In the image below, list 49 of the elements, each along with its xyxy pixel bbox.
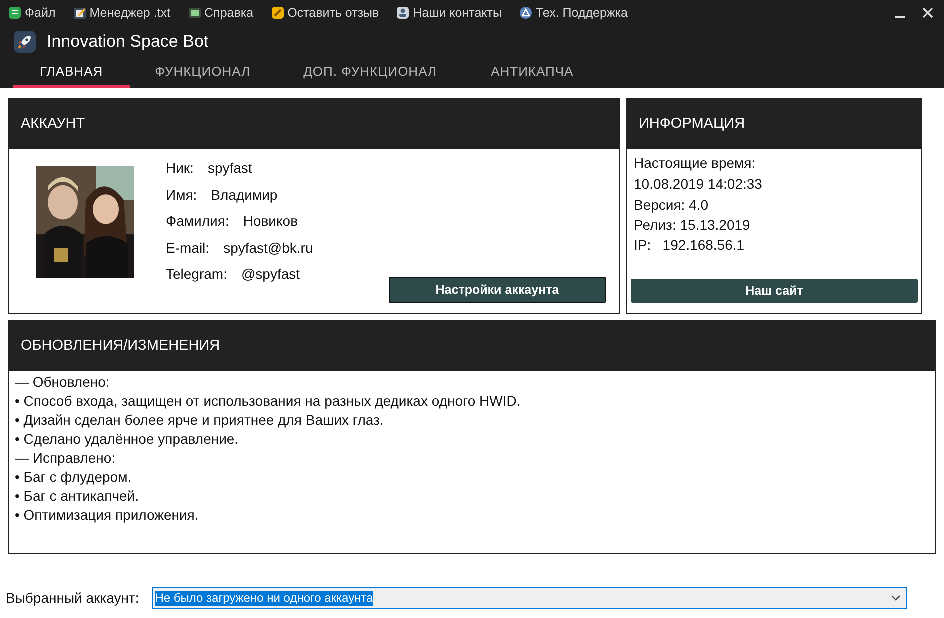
field-value: spyfast <box>208 160 252 176</box>
menu-item[interactable]: Справка <box>188 6 254 20</box>
changelog-line: • Баг с флудером. <box>15 468 133 487</box>
changelog-line: • Баг с антикапчей. <box>15 487 140 506</box>
tab[interactable]: ГЛАВНАЯ <box>13 58 130 88</box>
field-label: Telegram: <box>166 266 228 282</box>
caret-icon <box>891 595 902 601</box>
support-icon <box>518 6 533 20</box>
website-button[interactable]: Наш сайт <box>631 279 918 303</box>
notepad-icon <box>72 6 87 20</box>
info-text: Релиз: 15.13.2019 <box>634 216 752 235</box>
tab[interactable]: ДОП. ФУНКЦИОНАЛ <box>276 58 464 88</box>
menu-item[interactable]: Тех. Поддержка <box>518 6 628 20</box>
menu-item[interactable]: Наши контакты <box>396 6 502 20</box>
close-icon[interactable] <box>922 7 934 19</box>
panel-title: АККАУНТ <box>9 99 619 149</box>
field-value: spyfast@bk.ru <box>224 240 314 256</box>
info-text: Настоящие время: <box>634 154 757 173</box>
field-value: Владимир <box>211 186 278 203</box>
changelog-line: • Дизайн сделан более ярче и приятнее для Ваших глаз. <box>15 411 385 430</box>
changelog-line: • Способ входа, защищен от использования на разных дедиках одного HWID. <box>15 392 522 411</box>
spreadsheet-icon <box>8 6 22 20</box>
field-label: Выбранный аккаунт: <box>6 590 140 606</box>
tab[interactable]: ФУНКЦИОНАЛ <box>130 58 277 88</box>
field-label: E-mail: <box>166 240 210 256</box>
image-icon <box>188 6 202 20</box>
info-text: IP: 192.168.56.1 <box>634 236 746 255</box>
changelog-line: • Сделано удалённое управление. <box>15 430 240 449</box>
pencil-icon <box>270 6 285 20</box>
menu-item[interactable]: Файл <box>8 6 56 20</box>
account-settings-button[interactable]: Настройки аккаунта <box>389 277 606 303</box>
changelog-line: • Оптимизация приложения. <box>15 506 200 525</box>
changelog-line: — Обновлено: <box>15 373 111 392</box>
panel-title: ОБНОВЛЕНИЯ/ИЗМЕНЕНИЯ <box>9 321 935 371</box>
info-text: Версия: 4.0 <box>634 196 710 215</box>
field-label: Имя: <box>166 186 198 203</box>
field-label: Ник: <box>166 160 194 176</box>
contact-icon <box>396 6 410 20</box>
field-label: Фамилия: <box>166 213 230 230</box>
menu-item[interactable]: Оставить отзыв <box>270 6 380 20</box>
window-title: Innovation Space Bot <box>47 32 209 52</box>
panel-title: ИНФОРМАЦИЯ <box>627 99 921 149</box>
tab[interactable]: АНТИКАПЧА <box>464 58 601 88</box>
field-value: Новиков <box>243 213 298 230</box>
changelog-line: — Исправлено: <box>15 449 117 468</box>
info-text: 10.08.2019 14:02:33 <box>634 175 764 194</box>
rocket-icon <box>14 31 36 53</box>
field-value: @spyfast <box>241 266 300 282</box>
menu-item[interactable]: Менеджер .txt <box>72 6 171 20</box>
